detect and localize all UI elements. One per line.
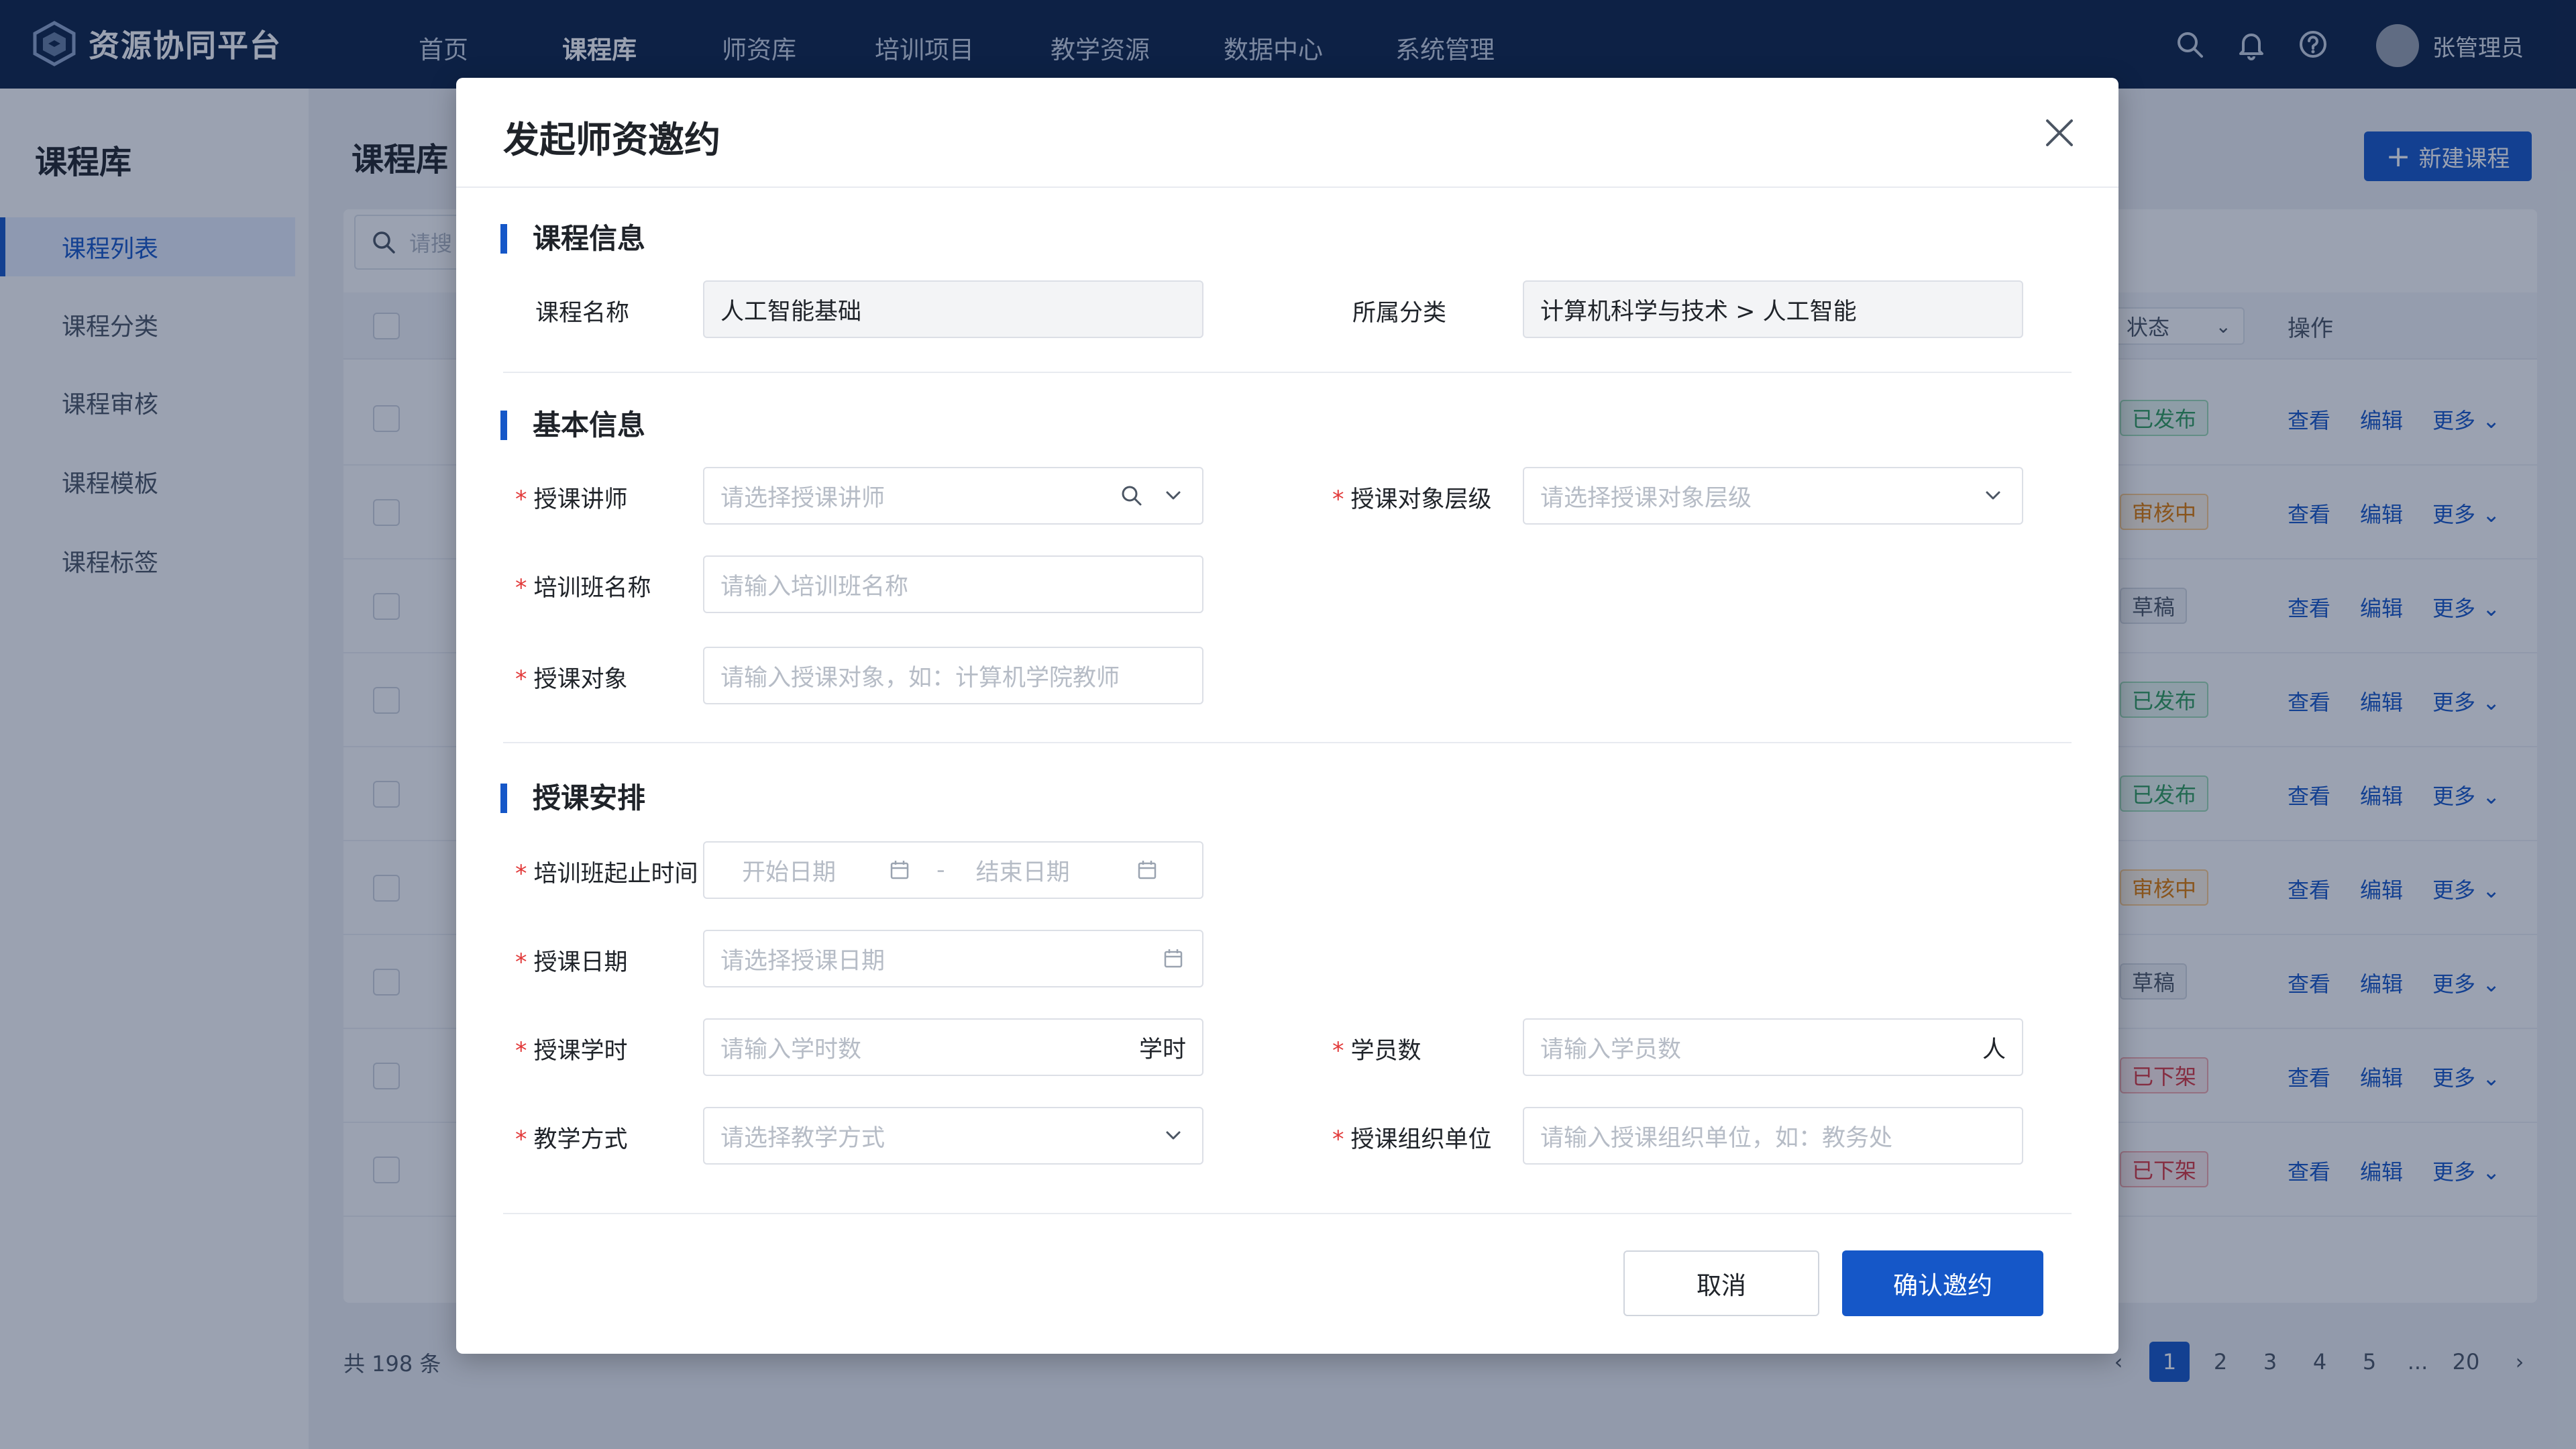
chevron-down-icon [1986,491,2000,500]
section-basic-info: 基本信息 [500,411,645,440]
calendar-icon [890,861,909,879]
hours-placeholder: 请输入学时数 [720,1036,862,1063]
chevron-down-icon [1166,1131,1181,1140]
org-label: * 授课组织单位 [1332,1126,1492,1153]
class-name-placeholder: 请输入培训班名称 [720,573,909,600]
lecture-date-placeholder: 请选择授课日期 [720,947,885,975]
start-date-placeholder[interactable]: 开始日期 [742,853,887,888]
category-field: 计算机科学与技术 > 人工智能 [1523,280,2023,338]
period-date-range[interactable]: 开始日期 - 结束日期 [703,841,1203,899]
lecturer-label: * 授课讲师 [515,486,628,513]
category-value: 计算机科学与技术 > 人工智能 [1540,298,1857,325]
audience-input[interactable]: 请输入授课对象，如：计算机学院教师 [703,647,1203,704]
invite-teacher-dialog: 发起师资邀约 课程信息 课程名称 人工智能基础 所属分类 计算机科学与技术 > … [456,78,2118,1354]
range-separator: - [936,857,945,883]
cancel-button[interactable]: 取消 [1623,1250,1819,1316]
course-name-value: 人工智能基础 [720,298,862,325]
audience-level-label: * 授课对象层级 [1332,486,1492,513]
divider [503,742,2072,743]
lecture-date-label: * 授课日期 [515,949,628,976]
calendar-icon [1138,861,1156,879]
org-placeholder: 请输入授课组织单位，如：教务处 [1540,1124,1893,1152]
audience-level-placeholder: 请选择授课对象层级 [1540,484,1752,512]
divider [503,1213,2072,1214]
students-placeholder: 请输入学员数 [1540,1036,1682,1063]
org-input[interactable]: 请输入授课组织单位，如：教务处 [1523,1107,2023,1165]
audience-level-select[interactable]: 请选择授课对象层级 [1523,467,2023,525]
period-label: * 培训班起止时间 [515,861,698,888]
end-date-placeholder[interactable]: 结束日期 [976,853,1134,888]
search-icon [1122,486,1142,506]
course-name-field: 人工智能基础 [703,280,1203,338]
chevron-down-icon [1166,491,1181,500]
dialog-header: 发起师资邀约 [456,78,2118,188]
hours-input[interactable]: 请输入学时数 学时 [703,1018,1203,1076]
class-name-input[interactable]: 请输入培训班名称 [703,555,1203,613]
method-select[interactable]: 请选择教学方式 [703,1107,1203,1165]
hours-label: * 授课学时 [515,1038,628,1065]
calendar-icon [1164,949,1183,968]
audience-label: * 授课对象 [515,666,628,693]
lecture-date-picker[interactable]: 请选择授课日期 [703,930,1203,987]
lecturer-placeholder: 请选择授课讲师 [720,484,885,512]
confirm-invite-button[interactable]: 确认邀约 [1842,1250,2043,1316]
section-course-info: 课程信息 [500,224,645,254]
section-schedule: 授课安排 [500,784,645,813]
class-name-label: * 培训班名称 [515,575,651,602]
lecturer-select[interactable]: 请选择授课讲师 [703,467,1203,525]
dialog-title: 发起师资邀约 [503,119,720,161]
method-placeholder: 请选择教学方式 [720,1124,885,1152]
audience-placeholder: 请输入授课对象，如：计算机学院教师 [720,664,1120,692]
category-label: 所属分类 [1352,300,1447,327]
students-label: * 学员数 [1332,1038,1421,1065]
students-input[interactable]: 请输入学员数 人 [1523,1018,2023,1076]
close-icon[interactable] [2038,111,2081,154]
method-label: * 教学方式 [515,1126,628,1153]
required-mark: * [515,486,527,513]
course-name-label: 课程名称 [535,300,630,327]
hours-suffix: 学时 [1138,1036,1186,1063]
students-suffix: 人 [1982,1036,2006,1063]
divider [503,372,2072,373]
